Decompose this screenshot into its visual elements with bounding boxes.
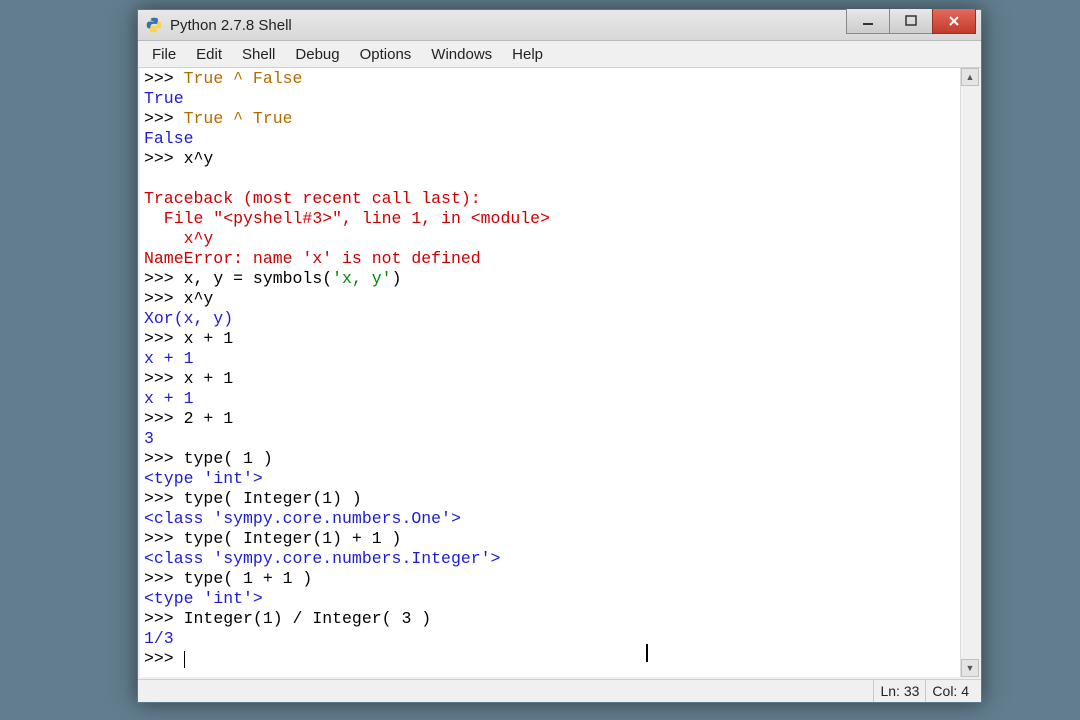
scroll-up-arrow[interactable]: ▲ (961, 68, 979, 86)
python-icon (144, 15, 164, 35)
menu-edit[interactable]: Edit (186, 43, 232, 66)
idle-window: Python 2.7.8 Shell File Edit Shell Debug… (137, 9, 982, 703)
close-button[interactable] (932, 9, 976, 34)
window-title: Python 2.7.8 Shell (170, 17, 292, 34)
status-line: Ln: 33 (873, 680, 925, 702)
minimize-button[interactable] (846, 9, 890, 34)
shell-text[interactable]: >>> True ^ FalseTrue>>> True ^ TrueFalse… (140, 68, 960, 677)
status-col: Col: 4 (925, 680, 975, 702)
text-insertion-cursor (646, 644, 648, 662)
maximize-button[interactable] (889, 9, 933, 34)
maximize-icon (905, 15, 917, 27)
menu-debug[interactable]: Debug (285, 43, 349, 66)
scroll-down-arrow[interactable]: ▼ (961, 659, 979, 677)
editor-area: >>> True ^ FalseTrue>>> True ^ TrueFalse… (138, 68, 981, 679)
titlebar[interactable]: Python 2.7.8 Shell (138, 10, 981, 41)
menubar: File Edit Shell Debug Options Windows He… (138, 41, 981, 68)
menu-shell[interactable]: Shell (232, 43, 285, 66)
minimize-icon (862, 15, 874, 27)
window-controls (846, 10, 981, 40)
menu-file[interactable]: File (142, 43, 186, 66)
vertical-scrollbar[interactable]: ▲ ▼ (960, 68, 979, 677)
menu-windows[interactable]: Windows (421, 43, 502, 66)
close-icon (948, 15, 960, 27)
statusbar: Ln: 33 Col: 4 (138, 679, 981, 702)
menu-help[interactable]: Help (502, 43, 553, 66)
menu-options[interactable]: Options (350, 43, 422, 66)
